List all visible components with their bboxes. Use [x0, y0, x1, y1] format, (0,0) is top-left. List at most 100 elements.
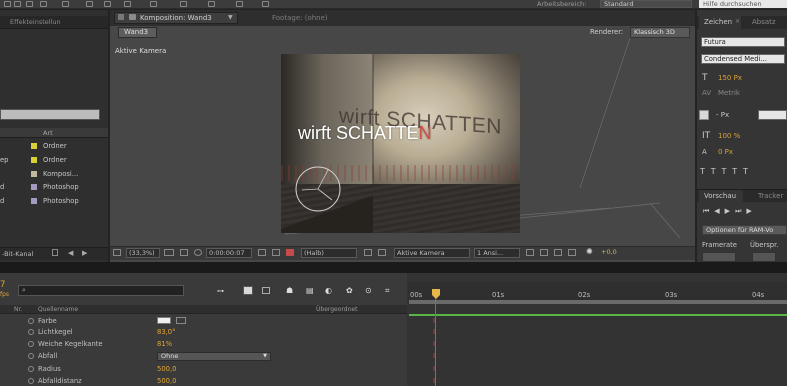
hide-shy-layers-icon[interactable]: ☗	[286, 286, 293, 295]
vertical-scale-value[interactable]: 100 %	[718, 132, 740, 140]
stroke-type-select[interactable]	[758, 110, 787, 120]
property-value[interactable]: 81%	[157, 340, 172, 348]
column-type-header[interactable]: Art	[43, 129, 53, 137]
kerning-value[interactable]: Metrik	[718, 89, 740, 97]
show-snapshot-icon[interactable]	[272, 249, 280, 256]
project-item[interactable]: Komposi...	[0, 168, 108, 181]
ram-preview-options[interactable]: Optionen für RAM-Vo	[702, 225, 787, 235]
nav-left-icon[interactable]: ◀	[68, 249, 73, 257]
3d-view-select[interactable]: Aktive Kamera	[394, 248, 470, 258]
stopwatch-icon[interactable]	[28, 366, 34, 372]
hand-tool-icon[interactable]	[14, 1, 21, 7]
timeline-search-input[interactable]: ⌕	[18, 285, 184, 296]
playback-controls[interactable]: ⏮◀▶⏭▶	[703, 207, 785, 217]
magnification-select[interactable]: (33,3%)	[126, 248, 160, 258]
property-row-weiche-kegelkante[interactable]: Weiche Kegelkante 81%	[0, 339, 407, 349]
bit-depth-button[interactable]: -Bit-Kanal	[2, 250, 33, 258]
project-search-input[interactable]	[0, 109, 100, 120]
current-time-field[interactable]: 0:00:00:07	[206, 248, 252, 258]
project-item[interactable]: ep Ordner	[0, 154, 108, 167]
zoom-tool-icon[interactable]	[26, 1, 33, 7]
selection-tool-icon[interactable]	[4, 1, 11, 7]
text-tool-icon[interactable]	[150, 1, 157, 7]
abfall-select[interactable]: Ohne ▼	[157, 352, 271, 361]
stopwatch-icon[interactable]	[28, 353, 34, 359]
camera-tool-icon[interactable]	[62, 1, 69, 7]
col-source-name[interactable]: Quellenname	[38, 306, 78, 313]
faux-styles-buttons[interactable]: TTTTT	[700, 167, 785, 179]
keyframe-marker[interactable]: I	[433, 341, 438, 348]
color-swatch[interactable]	[157, 317, 171, 324]
pen-tool-icon[interactable]	[124, 1, 131, 7]
stopwatch-icon[interactable]	[28, 341, 34, 347]
property-row-lichtkegel[interactable]: Lichtkegel 83,0°	[0, 327, 407, 337]
baseline-shift-value[interactable]: 0 Px	[718, 148, 733, 156]
property-value[interactable]: 83,0°	[157, 328, 176, 336]
stroke-width-value[interactable]: - Px	[716, 111, 729, 119]
snapshot-icon[interactable]	[258, 249, 266, 256]
transparency-grid-icon[interactable]	[378, 249, 386, 256]
timeline-current-time[interactable]: 7	[0, 280, 5, 290]
draft-3d-icon[interactable]	[262, 287, 270, 294]
toggle-pixel-aspect-icon[interactable]	[526, 249, 534, 256]
graph-editor-icon[interactable]: ⌗	[385, 286, 390, 296]
tab-footage[interactable]: Footage: (ohne)	[272, 14, 328, 22]
framerate-select[interactable]	[702, 252, 736, 262]
pan-behind-tool-icon[interactable]	[86, 1, 93, 7]
property-row-radius[interactable]: Radius 500,0	[0, 364, 407, 374]
help-search-input[interactable]: Hilfe durchsuchen	[699, 0, 787, 8]
panel-divider[interactable]	[0, 262, 787, 273]
workspace-select[interactable]: Standard	[600, 0, 692, 8]
live-update-icon[interactable]	[243, 286, 253, 295]
tab-effect-controls[interactable]: Effekteinstellun	[10, 18, 61, 26]
mask-tool-icon[interactable]	[104, 1, 111, 7]
fast-previews-icon[interactable]	[540, 249, 548, 256]
font-style-select[interactable]: Condensed Medi...	[701, 54, 785, 64]
tab-paragraph[interactable]: Absatz	[752, 18, 776, 26]
close-icon[interactable]: ×	[735, 18, 740, 25]
fill-color-swatch[interactable]	[699, 110, 709, 120]
motion-blur-icon[interactable]: ◐	[325, 286, 332, 295]
keyframe-marker[interactable]: I	[433, 353, 438, 360]
stopwatch-icon[interactable]	[28, 378, 34, 384]
skip-select[interactable]	[752, 252, 776, 262]
font-size-value[interactable]: 150 Px	[718, 74, 742, 82]
stopwatch-icon[interactable]	[28, 318, 34, 324]
eyedropper-icon[interactable]	[176, 317, 186, 324]
mask-visibility-icon[interactable]	[194, 249, 202, 256]
font-family-select[interactable]: Futura	[701, 37, 785, 47]
keyframe-marker[interactable]: I	[433, 318, 438, 325]
comp-mini-flowchart-icon[interactable]: ⊶	[217, 287, 224, 295]
chevron-down-icon[interactable]: ▼	[228, 14, 233, 21]
lock-icon[interactable]	[118, 14, 124, 20]
color-channel-icon[interactable]	[286, 249, 294, 256]
light-gizmo[interactable]	[288, 160, 348, 220]
rotate-tool-icon[interactable]	[40, 1, 47, 7]
exposure-icon[interactable]: ✺	[586, 247, 593, 256]
timeline-icon[interactable]	[554, 249, 562, 256]
keyframe-marker[interactable]: I	[433, 378, 438, 385]
scene-text-layer[interactable]: wirft SCHATTEN	[298, 123, 432, 144]
safe-zones-icon[interactable]	[164, 249, 174, 256]
always-preview-icon[interactable]	[113, 249, 121, 256]
keyframe-marker[interactable]: I	[433, 329, 438, 336]
tab-tracker[interactable]: Tracker	[758, 192, 783, 200]
project-item[interactable]: Ordner	[0, 140, 108, 153]
project-item[interactable]: d Photoshop	[0, 195, 108, 208]
work-area-bar[interactable]	[409, 300, 787, 304]
brainstorm-icon[interactable]: ✿	[346, 286, 353, 295]
view-layout-select[interactable]: 1 Ansi...	[474, 248, 520, 258]
col-parent[interactable]: Übergeordnet	[316, 306, 357, 313]
property-value[interactable]: 500,0	[157, 365, 176, 373]
trash-icon[interactable]	[52, 249, 58, 256]
project-item[interactable]: d Photoshop	[0, 181, 108, 194]
puppet-tool-icon[interactable]	[262, 1, 269, 7]
resolution-select[interactable]: (Halb)	[301, 248, 357, 258]
brush-tool-icon[interactable]	[180, 1, 187, 7]
eraser-tool-icon[interactable]	[236, 1, 243, 7]
region-of-interest-icon[interactable]	[364, 249, 372, 256]
keyframe-marker[interactable]: I	[433, 366, 438, 373]
exposure-value[interactable]: +0,0	[601, 248, 617, 256]
grid-icon[interactable]	[180, 249, 188, 256]
nav-right-icon[interactable]: ▶	[82, 249, 87, 257]
